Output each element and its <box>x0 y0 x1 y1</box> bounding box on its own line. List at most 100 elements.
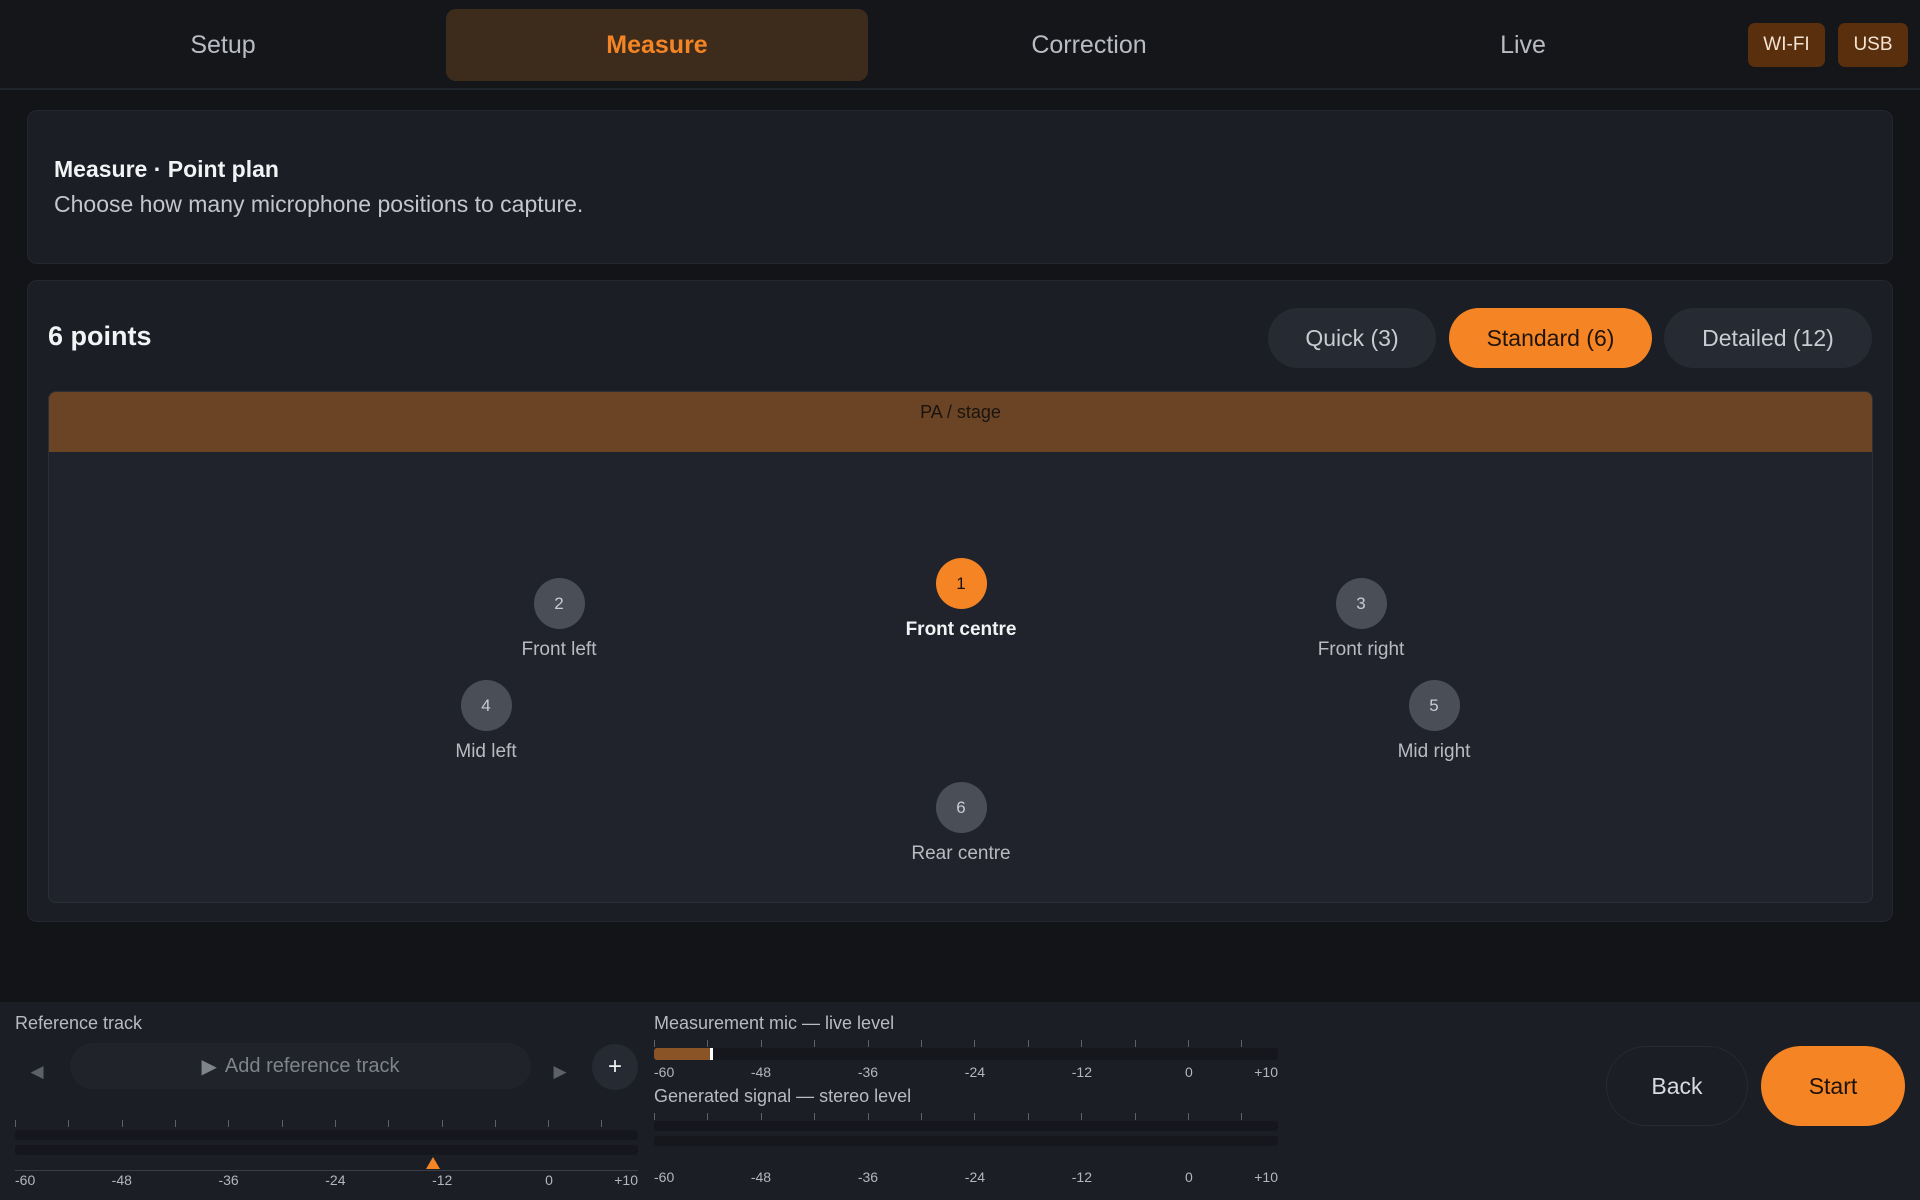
scale-tick <box>654 1040 655 1047</box>
tab-correction[interactable]: Correction <box>878 9 1300 81</box>
mic-point-2[interactable]: 2 Front left <box>479 578 639 661</box>
preset-detailed-button[interactable]: Detailed (12) <box>1664 308 1872 368</box>
scale-label: -24 <box>964 1064 986 1080</box>
scale-tick <box>68 1120 69 1127</box>
point-marker: 4 <box>460 680 512 731</box>
add-icon[interactable]: + <box>592 1044 638 1090</box>
scale-tick <box>1135 1040 1136 1047</box>
scale-label: -36 <box>857 1169 879 1185</box>
reference-scale-labels: -60 -48 -36 -24 -12 0 +10 <box>15 1172 638 1188</box>
usb-status-badge[interactable]: USB <box>1838 23 1908 67</box>
add-reference-track-button[interactable]: ▶ Add reference track <box>70 1043 531 1089</box>
point-label: Front centre <box>905 619 1017 640</box>
mic-point-5[interactable]: 5 Mid right <box>1354 680 1514 763</box>
scale-label: 0 <box>545 1172 553 1188</box>
scale-tick <box>175 1120 176 1127</box>
scale-tick <box>1081 1113 1082 1120</box>
previous-track-icon[interactable]: ◀ <box>17 1052 57 1092</box>
scale-tick <box>15 1120 16 1127</box>
signal-level-meter-right <box>654 1136 1278 1146</box>
scale-tick <box>761 1113 762 1120</box>
reference-track-title: Reference track <box>15 1013 143 1033</box>
reference-level-meter-right <box>15 1145 638 1155</box>
preset-quick-button[interactable]: Quick (3) <box>1268 308 1436 368</box>
stage-label: PA / stage <box>920 402 1001 422</box>
scale-tick <box>921 1040 922 1047</box>
mic-point-4[interactable]: 4 Mid left <box>406 680 566 763</box>
mic-level-meter <box>654 1048 1278 1060</box>
point-marker: 5 <box>1408 680 1460 731</box>
scale-tick <box>814 1040 815 1047</box>
reference-gain-slider[interactable] <box>15 1170 638 1171</box>
reference-level-meter-left <box>15 1130 638 1140</box>
reference-scale-ticks <box>15 1120 638 1127</box>
wifi-status-badge[interactable]: WI-FI <box>1748 23 1825 67</box>
page-header-card: Measure · Point plan Choose how many mic… <box>27 110 1893 264</box>
points-count: 6 points <box>48 321 152 351</box>
scale-label: +10 <box>614 1172 638 1188</box>
scale-tick <box>1135 1113 1136 1120</box>
back-button[interactable]: Back <box>1606 1046 1748 1126</box>
scale-tick <box>974 1040 975 1047</box>
point-marker: 1 <box>935 558 987 609</box>
scale-label: -60 <box>654 1064 675 1080</box>
scale-tick <box>228 1120 229 1127</box>
scale-label: -24 <box>325 1172 346 1188</box>
start-button[interactable]: Start <box>1761 1046 1905 1126</box>
point-label: Mid right <box>1397 741 1471 762</box>
scale-label: -48 <box>111 1172 132 1188</box>
scale-tick <box>707 1040 708 1047</box>
signal-scale-labels: -60 -48 -36 -24 -12 0 +10 <box>654 1169 1278 1185</box>
play-icon: ▶ <box>201 1055 217 1078</box>
scale-tick <box>282 1120 283 1127</box>
scale-tick <box>335 1120 336 1127</box>
mic-point-3[interactable]: 3 Front right <box>1281 578 1441 661</box>
scale-label: -60 <box>654 1169 675 1185</box>
scale-tick <box>1241 1040 1242 1047</box>
scale-label: -60 <box>15 1172 36 1188</box>
tab-setup[interactable]: Setup <box>12 9 434 81</box>
scale-label: -48 <box>750 1169 772 1185</box>
scale-label: 0 <box>1184 1169 1193 1185</box>
add-reference-track-label: Add reference track <box>224 1054 400 1077</box>
point-marker: 3 <box>1335 578 1387 629</box>
scale-label: -48 <box>750 1064 772 1080</box>
scale-tick <box>814 1113 815 1120</box>
point-label: Mid left <box>455 741 517 762</box>
scale-tick <box>868 1040 869 1047</box>
mic-scale-labels: -60 -48 -36 -24 -12 0 +10 <box>654 1064 1278 1080</box>
scale-label: -12 <box>1071 1064 1092 1080</box>
scale-tick <box>122 1120 123 1127</box>
mic-peak-marker <box>710 1048 714 1060</box>
scale-label: -12 <box>432 1172 453 1188</box>
scale-tick <box>868 1113 869 1120</box>
scale-label: +10 <box>1254 1169 1278 1185</box>
preset-standard-button[interactable]: Standard (6) <box>1449 308 1652 368</box>
bottom-bar: Reference track ◀ ▶ Add reference track … <box>0 1002 1920 1200</box>
reference-gain-thumb[interactable] <box>426 1157 441 1169</box>
point-marker: 2 <box>533 578 585 629</box>
scale-tick <box>1188 1040 1189 1047</box>
scale-label: 0 <box>1184 1064 1193 1080</box>
point-label: Rear centre <box>911 843 1011 864</box>
mic-scale-ticks <box>654 1040 1278 1047</box>
scale-tick <box>1081 1040 1082 1047</box>
tab-live[interactable]: Live <box>1312 9 1734 81</box>
mic-point-1[interactable]: 1 Front centre <box>881 558 1041 641</box>
signal-level-title: Generated signal — stereo level <box>654 1086 912 1106</box>
scale-tick <box>654 1113 655 1120</box>
mic-point-6[interactable]: 6 Rear centre <box>881 782 1041 865</box>
point-marker: 6 <box>935 782 987 833</box>
scale-tick <box>761 1040 762 1047</box>
scale-label: -24 <box>964 1169 986 1185</box>
next-track-icon[interactable]: ▶ <box>540 1052 580 1092</box>
page-title: Measure · Point plan <box>54 156 279 182</box>
tab-measure[interactable]: Measure <box>446 9 868 81</box>
scale-tick <box>495 1120 496 1127</box>
scale-tick <box>974 1113 975 1120</box>
point-plan-card: 6 points Quick (3) Standard (6) Detailed… <box>27 280 1893 922</box>
point-label: Front left <box>521 639 597 660</box>
mic-level-title: Measurement mic — live level <box>654 1013 895 1033</box>
top-navigation: Setup Measure Correction Live WI-FI USB <box>0 0 1920 90</box>
point-label: Front right <box>1317 639 1405 660</box>
